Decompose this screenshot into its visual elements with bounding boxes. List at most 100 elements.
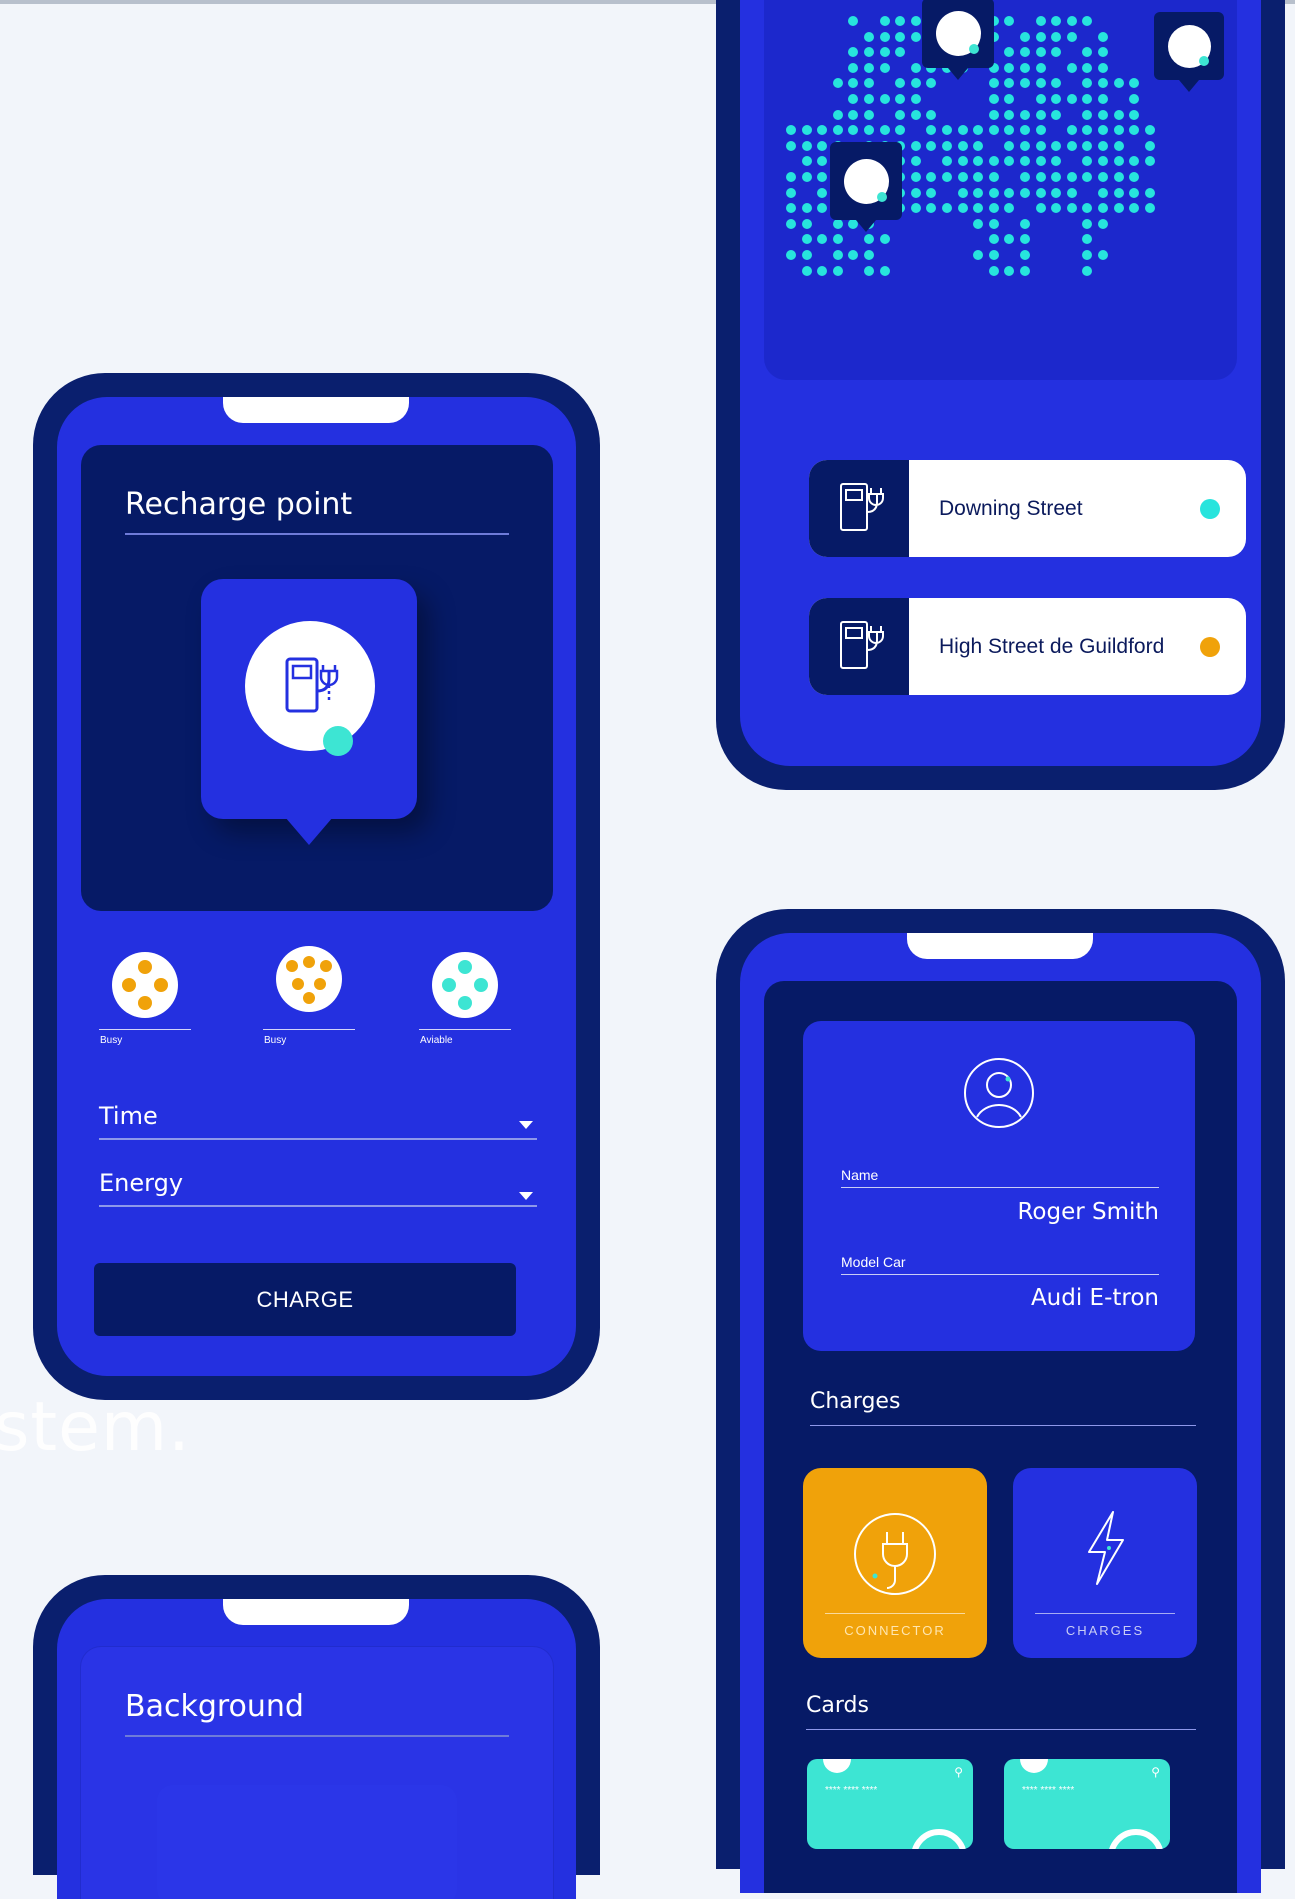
map-dot bbox=[848, 78, 859, 89]
payment-card-1[interactable]: **** **** **** ⚲ bbox=[807, 1759, 973, 1849]
charge-button[interactable]: CHARGE bbox=[94, 1263, 516, 1336]
map-pin[interactable] bbox=[922, 0, 994, 80]
time-dropdown-label[interactable]: Time bbox=[99, 1102, 158, 1130]
chevron-down-icon[interactable] bbox=[519, 1192, 533, 1200]
map-dot bbox=[801, 125, 812, 136]
map-dot bbox=[786, 218, 796, 229]
map-dot bbox=[832, 78, 843, 89]
section-divider bbox=[806, 1729, 1196, 1730]
key-icon: ⚲ bbox=[954, 1765, 963, 1779]
map-dot bbox=[910, 31, 921, 42]
map-screen: Downing Street High Street de Guildford bbox=[740, 0, 1261, 766]
map-dot bbox=[1113, 187, 1124, 198]
map-dot bbox=[942, 125, 952, 136]
map-dot bbox=[1020, 172, 1030, 182]
map-dot bbox=[957, 125, 968, 136]
map-dot bbox=[1035, 172, 1046, 182]
map-dot bbox=[1098, 109, 1108, 120]
map-dot bbox=[1035, 78, 1046, 89]
map-dot bbox=[910, 94, 921, 104]
key-icon: ⚲ bbox=[1151, 1765, 1160, 1779]
map-dot bbox=[1066, 16, 1077, 26]
connector-status: Busy bbox=[100, 1035, 123, 1046]
map-dot bbox=[1098, 218, 1108, 229]
map-dot bbox=[1082, 265, 1093, 276]
phone-notch bbox=[223, 1599, 409, 1625]
map-dot bbox=[864, 265, 874, 276]
map-dot bbox=[895, 31, 906, 42]
phone-profile: Name Roger Smith Model Car Audi E-tron C… bbox=[716, 909, 1285, 1893]
map-dot bbox=[879, 94, 890, 104]
energy-dropdown-label[interactable]: Energy bbox=[99, 1169, 183, 1197]
map-dot bbox=[1066, 62, 1077, 73]
charging-station-icon bbox=[809, 460, 909, 557]
field-divider bbox=[99, 1138, 537, 1140]
map-dot bbox=[879, 47, 890, 58]
phone-recharge: Recharge point Busy Busy Aviable Time En… bbox=[33, 373, 600, 1400]
map-dot bbox=[1004, 234, 1015, 245]
map-dot bbox=[832, 265, 843, 276]
station-pin[interactable] bbox=[201, 579, 417, 819]
location-row-downing[interactable]: Downing Street bbox=[809, 460, 1246, 557]
map-dot bbox=[848, 94, 859, 104]
map-dot bbox=[848, 125, 859, 136]
map-dot bbox=[786, 140, 796, 151]
map-dot bbox=[1004, 16, 1015, 26]
map-dot bbox=[864, 250, 874, 260]
map-dot bbox=[1098, 31, 1108, 42]
map-dot bbox=[1098, 125, 1108, 136]
map-dot bbox=[1082, 94, 1093, 104]
map-dot bbox=[1082, 125, 1093, 136]
dot-map[interactable] bbox=[764, 0, 1237, 380]
map-dot bbox=[1082, 203, 1093, 214]
map-dot bbox=[879, 125, 890, 136]
map-dot bbox=[895, 109, 906, 120]
map-dot bbox=[1129, 203, 1140, 214]
map-dot bbox=[1144, 140, 1155, 151]
map-dot bbox=[1144, 125, 1155, 136]
connector-status: Aviable bbox=[420, 1035, 453, 1046]
charging-station-icon bbox=[1168, 25, 1211, 68]
recharge-panel: Recharge point bbox=[81, 445, 553, 911]
map-dot bbox=[1051, 156, 1062, 167]
location-row-guildford[interactable]: High Street de Guildford bbox=[809, 598, 1246, 695]
section-divider bbox=[810, 1425, 1196, 1426]
payment-card-2[interactable]: **** **** **** ⚲ bbox=[1004, 1759, 1170, 1849]
user-avatar-icon[interactable] bbox=[963, 1057, 1035, 1134]
map-dot bbox=[832, 109, 843, 120]
map-dot bbox=[1035, 16, 1046, 26]
map-dot bbox=[1020, 109, 1030, 120]
connector-available[interactable]: Aviable bbox=[407, 938, 523, 1057]
connector-socket-icon bbox=[112, 952, 178, 1018]
map-pin[interactable] bbox=[830, 142, 902, 232]
connector-tile[interactable]: CONNECTOR bbox=[803, 1468, 987, 1658]
map-pin[interactable] bbox=[1154, 12, 1224, 92]
panel-divider bbox=[125, 1735, 509, 1737]
panel-title: Background bbox=[125, 1689, 304, 1724]
chevron-down-icon[interactable] bbox=[519, 1121, 533, 1129]
map-dot bbox=[973, 218, 984, 229]
charges-tile[interactable]: CHARGES bbox=[1013, 1468, 1197, 1658]
map-dot bbox=[1082, 78, 1093, 89]
map-dot bbox=[1129, 78, 1140, 89]
map-dot bbox=[1129, 172, 1140, 182]
connector-busy-2[interactable]: Busy bbox=[251, 938, 367, 1057]
recharge-screen: Recharge point Busy Busy Aviable Time En… bbox=[57, 397, 576, 1376]
map-dot bbox=[988, 125, 999, 136]
map-dot bbox=[1020, 265, 1030, 276]
map-dot bbox=[988, 218, 999, 229]
map-dot bbox=[1020, 156, 1030, 167]
panel-title: Recharge point bbox=[125, 487, 353, 522]
map-dot bbox=[848, 16, 859, 26]
map-dot bbox=[864, 47, 874, 58]
map-dot bbox=[1004, 94, 1015, 104]
map-dot bbox=[973, 172, 984, 182]
map-dot bbox=[1051, 47, 1062, 58]
background-panel: Background bbox=[81, 1647, 553, 1899]
map-dot bbox=[1004, 62, 1015, 73]
connector-status: Busy bbox=[264, 1035, 287, 1046]
connector-busy-1[interactable]: Busy bbox=[87, 938, 203, 1057]
map-dot bbox=[801, 156, 812, 167]
name-label: Name bbox=[841, 1167, 879, 1183]
map-dot bbox=[1113, 109, 1124, 120]
